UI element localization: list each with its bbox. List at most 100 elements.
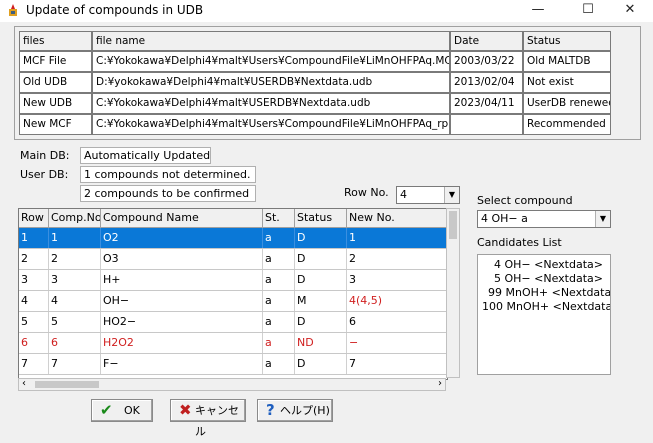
status-cell: D bbox=[295, 249, 347, 269]
compound-name-cell: HO2− bbox=[101, 312, 263, 332]
state-cell: a bbox=[263, 312, 295, 332]
status-cell: D bbox=[295, 270, 347, 290]
table-row[interactable]: 7 7 F− a D 7 bbox=[19, 354, 447, 375]
new-no-cell: 2 bbox=[347, 249, 447, 269]
grid-header-st[interactable]: St. bbox=[263, 209, 295, 228]
table-row[interactable]: 4 4 OH− a M 4(4,5) bbox=[19, 291, 447, 312]
files-header: files bbox=[19, 31, 92, 51]
state-cell: a bbox=[263, 228, 295, 248]
status-cell: D bbox=[295, 312, 347, 332]
ok-button[interactable]: ✔ OK bbox=[91, 399, 153, 422]
table-row[interactable]: 6 6 H2O2 a ND − bbox=[19, 333, 447, 354]
compound-name-cell: O2 bbox=[101, 228, 263, 248]
chevron-down-icon[interactable]: ▼ bbox=[595, 211, 610, 227]
status-header: Status bbox=[523, 31, 611, 51]
list-item[interactable]: 4 OH− <Nextdata> bbox=[494, 258, 603, 271]
file-status-cell: UserDB renewed bbox=[523, 93, 611, 114]
comp-no-cell: 3 bbox=[49, 270, 101, 290]
grid-header-compound-name[interactable]: Compound Name bbox=[101, 209, 263, 228]
grid-vertical-scrollbar[interactable] bbox=[446, 208, 460, 378]
row-no-select[interactable]: 4 ▼ bbox=[396, 186, 460, 204]
file-name-header: file name bbox=[92, 31, 450, 51]
file-date-cell: 2023/04/11 bbox=[450, 93, 523, 114]
close-button[interactable]: ✕ bbox=[607, 0, 653, 22]
new-no-cell: 1 bbox=[347, 228, 447, 248]
comp-no-cell: 2 bbox=[49, 249, 101, 269]
scrollbar-thumb[interactable] bbox=[449, 211, 457, 239]
file-name-cell[interactable]: C:¥Yokokawa¥Delphi4¥malt¥Users¥CompoundF… bbox=[92, 51, 450, 72]
row-number-cell: 3 bbox=[19, 270, 49, 290]
user-db-status-line1: 1 compounds not determined. bbox=[80, 166, 256, 183]
files-table: files file name Date Status MCF File C:¥… bbox=[14, 26, 641, 140]
row-number-cell: 7 bbox=[19, 354, 49, 374]
window-title: Update of compounds in UDB bbox=[26, 3, 204, 17]
state-cell: a bbox=[263, 291, 295, 311]
scroll-left-icon[interactable]: ‹ bbox=[22, 378, 26, 389]
row-number-cell: 6 bbox=[19, 333, 49, 353]
table-row[interactable]: 1 1 O2 a D 1 bbox=[19, 228, 447, 249]
new-no-cell: 7 bbox=[347, 354, 447, 374]
new-no-cell: 3 bbox=[347, 270, 447, 290]
file-type-cell: Old UDB bbox=[19, 72, 92, 93]
comp-no-cell: 7 bbox=[49, 354, 101, 374]
file-status-cell: Old MALTDB bbox=[523, 51, 611, 72]
file-date-cell: 2003/03/22 bbox=[450, 51, 523, 72]
file-name-cell[interactable]: C:¥Yokokawa¥Delphi4¥malt¥Users¥CompoundF… bbox=[92, 114, 450, 135]
compound-name-cell: H2O2 bbox=[101, 333, 263, 353]
compound-grid[interactable]: Row Comp.No Compound Name St. Status New… bbox=[18, 208, 448, 380]
list-item[interactable]: 5 OH− <Nextdata> bbox=[494, 272, 603, 285]
row-number-cell: 5 bbox=[19, 312, 49, 332]
list-item[interactable]: 100 MnOH+ <Nextdata bbox=[482, 300, 610, 313]
main-db-label: Main DB: bbox=[20, 149, 70, 162]
state-cell: a bbox=[263, 333, 295, 353]
status-cell: D bbox=[295, 228, 347, 248]
select-compound-dropdown[interactable]: 4 OH− a ▼ bbox=[477, 210, 611, 228]
chevron-down-icon[interactable]: ▼ bbox=[444, 187, 459, 203]
cancel-x-icon: ✖ bbox=[179, 401, 192, 419]
file-name-cell[interactable]: D:¥yokokawa¥Delphi4¥malt¥USERDB¥Nextdata… bbox=[92, 72, 450, 93]
select-compound-value: 4 OH− a bbox=[481, 212, 528, 225]
table-row[interactable]: 5 5 HO2− a D 6 bbox=[19, 312, 447, 333]
candidates-list[interactable]: 4 OH− <Nextdata> 5 OH− <Nextdata> 99 MnO… bbox=[477, 254, 611, 375]
cancel-button-label: キャンセル bbox=[195, 404, 239, 438]
file-date-cell bbox=[450, 114, 523, 135]
file-status-cell: Recommended bbox=[523, 114, 611, 135]
row-no-value: 4 bbox=[400, 188, 407, 201]
comp-no-cell: 6 bbox=[49, 333, 101, 353]
grid-header-comp-no[interactable]: Comp.No bbox=[49, 209, 101, 228]
comp-no-cell: 4 bbox=[49, 291, 101, 311]
file-name-cell[interactable]: C:¥Yokokawa¥Delphi4¥malt¥USERDB¥Nextdata… bbox=[92, 93, 450, 114]
user-db-status-line2: 2 compounds to be confirmed bbox=[80, 185, 256, 202]
app-icon bbox=[9, 4, 17, 16]
select-compound-label: Select compound bbox=[477, 194, 573, 207]
scroll-right-icon[interactable]: › bbox=[438, 378, 442, 389]
file-type-cell: New MCF bbox=[19, 114, 92, 135]
file-type-cell: MCF File bbox=[19, 51, 92, 72]
help-button[interactable]: ? ヘルプ(H) bbox=[257, 399, 333, 422]
table-row[interactable]: 2 2 O3 a D 2 bbox=[19, 249, 447, 270]
file-status-cell: Not exist bbox=[523, 72, 611, 93]
help-icon: ? bbox=[266, 401, 275, 419]
new-no-cell: 6 bbox=[347, 312, 447, 332]
file-type-cell: New UDB bbox=[19, 93, 92, 114]
scrollbar-thumb[interactable] bbox=[35, 381, 99, 388]
grid-header-status[interactable]: Status bbox=[295, 209, 347, 228]
grid-horizontal-scrollbar[interactable]: ‹ › bbox=[18, 378, 446, 391]
date-header: Date bbox=[450, 31, 523, 51]
row-number-cell: 4 bbox=[19, 291, 49, 311]
compound-name-cell: H+ bbox=[101, 270, 263, 290]
help-button-label: ヘルプ(H) bbox=[280, 404, 330, 417]
check-icon: ✔ bbox=[100, 401, 113, 419]
compound-name-cell: O3 bbox=[101, 249, 263, 269]
new-no-cell: 4(4,5) bbox=[347, 291, 447, 311]
maximize-button[interactable]: ☐ bbox=[565, 0, 611, 22]
minimize-button[interactable]: — bbox=[515, 0, 561, 22]
title-bar: Update of compounds in UDB — ☐ ✕ bbox=[0, 0, 653, 22]
grid-header-new-no[interactable]: New No. bbox=[347, 209, 447, 228]
compound-name-cell: OH− bbox=[101, 291, 263, 311]
list-item[interactable]: 99 MnOH+ <Nextdata bbox=[488, 286, 610, 299]
compound-name-cell: F− bbox=[101, 354, 263, 374]
table-row[interactable]: 3 3 H+ a D 3 bbox=[19, 270, 447, 291]
grid-header-row[interactable]: Row bbox=[19, 209, 49, 228]
cancel-button[interactable]: ✖ キャンセル bbox=[170, 399, 246, 438]
